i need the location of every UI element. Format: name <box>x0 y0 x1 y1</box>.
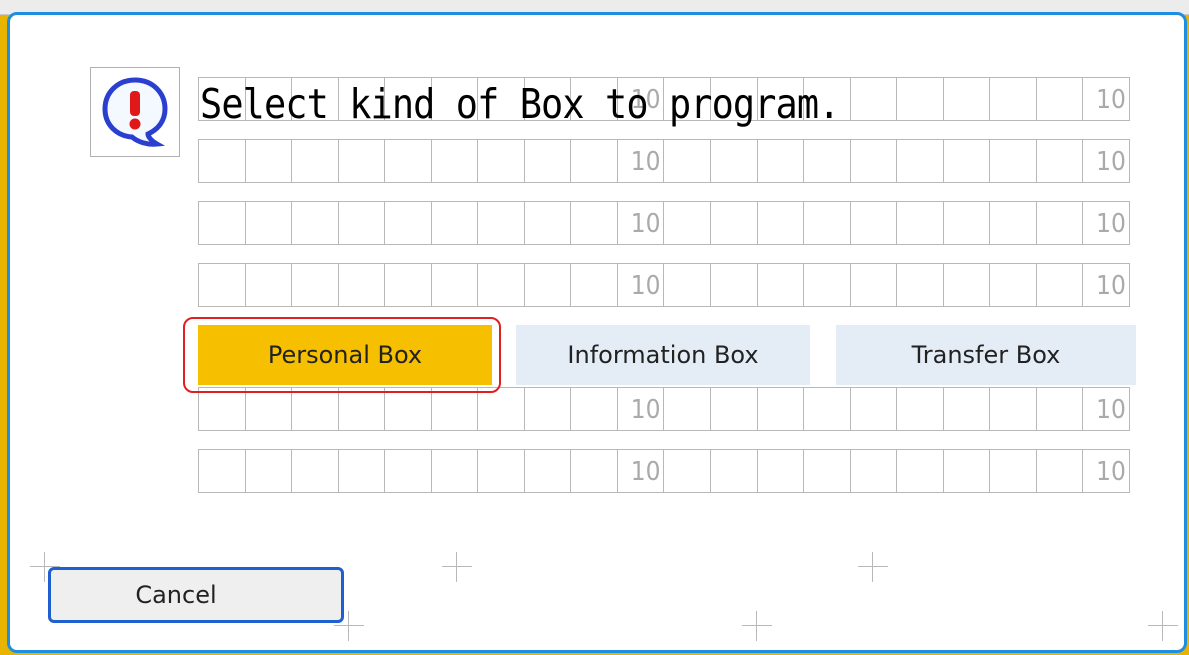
grid-row: 10 10 <box>198 387 1130 431</box>
grid-marker: 10 <box>1096 395 1126 425</box>
grid-row: 10 10 <box>198 139 1130 183</box>
grid-marker: 10 <box>618 264 665 306</box>
grid-marker: 10 <box>618 450 665 492</box>
grid-marker: 10 <box>618 202 665 244</box>
alert-icon-frame <box>90 67 180 157</box>
select-box-kind-dialog: 10 10 10 10 10 10 10 10 10 10 10 10 Sele… <box>7 12 1187 653</box>
crosshair-mark <box>742 611 772 641</box>
grid-marker: 10 <box>1096 85 1126 115</box>
personal-box-button[interactable]: Personal Box <box>198 325 492 385</box>
information-box-label: Information Box <box>567 341 759 369</box>
grid-marker: 10 <box>1096 147 1126 177</box>
grid-row: 10 10 <box>198 449 1130 493</box>
transfer-box-label: Transfer Box <box>911 341 1061 369</box>
grid-marker: 10 <box>1096 457 1126 487</box>
grid-marker: 10 <box>1096 209 1126 239</box>
cancel-button[interactable]: Cancel <box>48 567 344 623</box>
grid-marker: 10 <box>1096 271 1126 301</box>
dialog-message: Select kind of Box to program. <box>200 80 840 128</box>
transfer-box-button[interactable]: Transfer Box <box>836 325 1136 385</box>
exclamation-bubble-icon <box>102 77 168 147</box>
crosshair-mark <box>858 552 888 582</box>
personal-box-label: Personal Box <box>267 341 423 369</box>
grid-row: 10 10 <box>198 263 1130 307</box>
crosshair-mark <box>1148 611 1178 641</box>
grid-marker: 10 <box>618 140 665 182</box>
grid-row: 10 10 <box>198 201 1130 245</box>
information-box-button[interactable]: Information Box <box>516 325 810 385</box>
crosshair-mark <box>442 552 472 582</box>
grid-marker: 10 <box>618 388 665 430</box>
cancel-label: Cancel <box>135 581 217 609</box>
